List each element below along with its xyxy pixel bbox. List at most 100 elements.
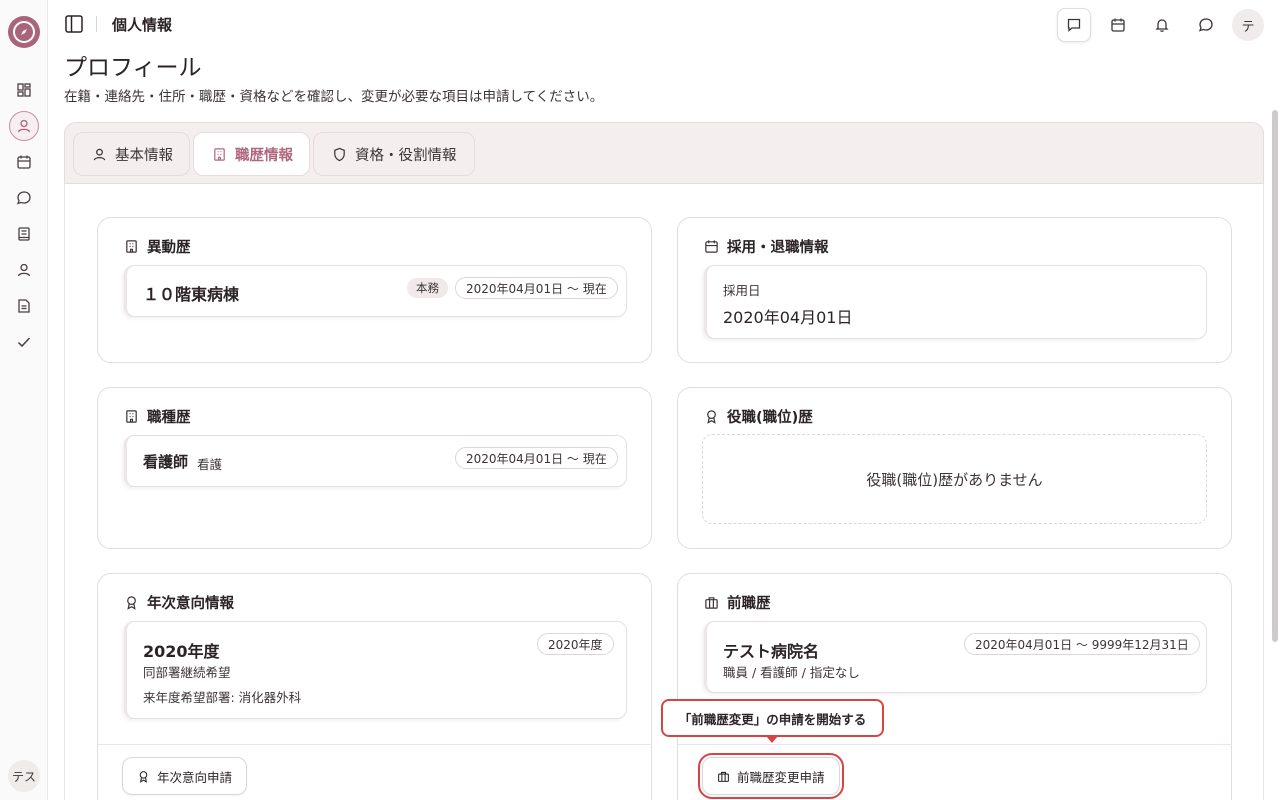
chat-button[interactable] bbox=[1189, 8, 1223, 42]
card-title: 採用・退職情報 bbox=[727, 240, 829, 256]
card-header: 異動歴 bbox=[124, 236, 191, 257]
card-header: 年次意向情報 bbox=[124, 592, 234, 613]
award-icon bbox=[139, 770, 148, 783]
card-title: 異動歴 bbox=[147, 240, 191, 256]
feedback-button[interactable] bbox=[1057, 8, 1091, 42]
job-category: 看護 bbox=[197, 457, 223, 472]
job-detail: 職員 / 看護師 / 指定なし bbox=[723, 665, 860, 680]
award-icon bbox=[127, 596, 136, 610]
annual-intent-item: 2020年度 2020年度 同部署継続希望 来年度希望部署: 消化器外科 bbox=[124, 621, 627, 719]
building-icon bbox=[126, 240, 137, 253]
scrollbar-thumb[interactable] bbox=[1272, 110, 1278, 642]
card-title: 職種歴 bbox=[147, 410, 191, 426]
card-header: 前職歴 bbox=[704, 592, 771, 613]
tab-label: 資格・役割情報 bbox=[355, 147, 457, 164]
tab-label: 基本情報 bbox=[115, 147, 173, 164]
period-pill: 2020年04月01日 〜 現在 bbox=[455, 447, 618, 469]
sidebar-item-chat[interactable] bbox=[12, 186, 36, 210]
previous-job-change-request-button[interactable]: 前職歴変更申請 bbox=[698, 753, 844, 799]
header-divider bbox=[96, 16, 97, 32]
job-type-item: 看護師 看護 2020年04月01日 〜 現在 bbox=[124, 435, 627, 487]
job-type-card: 職種歴 看護師 看護 2020年04月01日 〜 現在 bbox=[97, 387, 652, 549]
briefcase-icon bbox=[718, 771, 729, 782]
sidebar-item-profile[interactable] bbox=[9, 111, 39, 141]
top-bar: 個人情報 テ bbox=[48, 0, 1280, 48]
sidebar-user-avatar[interactable]: テス bbox=[8, 760, 40, 792]
card-title: 役職(職位)歴 bbox=[727, 410, 813, 426]
tab-basic-info[interactable]: 基本情報 bbox=[73, 132, 190, 176]
user-icon bbox=[17, 119, 31, 133]
sidebar-item-dashboard[interactable] bbox=[12, 78, 36, 102]
card-header: 職種歴 bbox=[124, 406, 191, 427]
page-title: プロフィール bbox=[64, 55, 202, 81]
period-pill: 2020年04月01日 〜 9999年12月31日 bbox=[964, 633, 1200, 655]
message-square-icon bbox=[1067, 18, 1081, 32]
previous-job-card: 前職歴 テスト病院名 2020年04月01日 〜 9999年12月31日 職員 … bbox=[677, 573, 1232, 800]
dashboard-icon bbox=[17, 83, 31, 97]
sidebar: テス bbox=[0, 0, 48, 800]
calendar-icon bbox=[1111, 18, 1125, 32]
card-header: 採用・退職情報 bbox=[704, 236, 829, 257]
hire-date-item: 採用日 2020年04月01日 bbox=[704, 265, 1207, 339]
hire-date-label: 採用日 bbox=[723, 283, 761, 298]
job-name: 看護師 bbox=[143, 453, 189, 471]
bell-icon bbox=[1155, 19, 1169, 32]
panel-toggle-icon[interactable] bbox=[64, 14, 84, 34]
chat-icon bbox=[16, 191, 31, 205]
document-icon bbox=[18, 299, 30, 313]
fiscal-year-pill: 2020年度 bbox=[537, 633, 614, 655]
building-icon bbox=[214, 147, 225, 161]
scrollbar[interactable] bbox=[1270, 48, 1280, 800]
hire-date-value: 2020年04月01日 bbox=[723, 308, 853, 327]
book-icon bbox=[18, 227, 30, 241]
hospital-name: テスト病院名 bbox=[723, 642, 820, 661]
person-icon bbox=[17, 263, 31, 277]
fiscal-year: 2020年度 bbox=[143, 642, 220, 661]
sidebar-item-person[interactable] bbox=[12, 258, 36, 282]
action-tooltip: 「前職歴変更」の申請を開始する bbox=[661, 699, 884, 737]
compass-icon bbox=[13, 21, 35, 43]
calendar-icon bbox=[705, 240, 718, 253]
calendar-icon bbox=[17, 155, 31, 169]
card-footer: 年次意向申請 bbox=[98, 744, 651, 800]
sidebar-item-check[interactable] bbox=[12, 330, 36, 354]
briefcase-icon bbox=[705, 597, 718, 609]
shield-icon bbox=[334, 147, 345, 161]
tab-career-info[interactable]: 職歴情報 bbox=[193, 132, 310, 176]
breadcrumb: 個人情報 bbox=[112, 16, 173, 34]
check-icon bbox=[17, 337, 31, 348]
button-label: 年次意向申請 bbox=[157, 769, 233, 785]
person-icon bbox=[93, 148, 106, 160]
employment-card: 採用・退職情報 採用日 2020年04月01日 bbox=[677, 217, 1232, 363]
primary-badge: 本務 bbox=[407, 278, 448, 298]
next-dept-text: 来年度希望部署: 消化器外科 bbox=[143, 690, 302, 705]
previous-job-item: テスト病院名 2020年04月01日 〜 9999年12月31日 職員 / 看護… bbox=[704, 621, 1207, 693]
card-title: 年次意向情報 bbox=[147, 596, 234, 612]
sidebar-item-calendar[interactable] bbox=[12, 150, 36, 174]
card-header: 役職(職位)歴 bbox=[704, 406, 813, 427]
annual-intent-card: 年次意向情報 2020年度 2020年度 同部署継続希望 来年度希望部署: 消化… bbox=[97, 573, 652, 800]
user-avatar[interactable]: テ bbox=[1232, 9, 1264, 41]
tab-qualifications[interactable]: 資格・役割情報 bbox=[313, 132, 475, 176]
sidebar-item-book[interactable] bbox=[12, 222, 36, 246]
page-subtitle: 在籍・連絡先・住所・職歴・資格などを確認し、変更が必要な項目は申請してください。 bbox=[64, 89, 604, 105]
sidebar-item-document[interactable] bbox=[12, 294, 36, 318]
chat-icon bbox=[1198, 18, 1213, 32]
ward-name: １０階東病棟 bbox=[143, 285, 240, 304]
empty-state: 役職(職位)歴がありません bbox=[702, 434, 1207, 524]
tab-label: 職歴情報 bbox=[235, 147, 293, 164]
card-footer: 前職歴変更申請 bbox=[678, 744, 1231, 800]
intent-text: 同部署継続希望 bbox=[143, 665, 231, 680]
period-pill: 2020年04月01日 〜 現在 bbox=[455, 277, 618, 299]
calendar-button[interactable] bbox=[1101, 8, 1135, 42]
button-label: 前職歴変更申請 bbox=[737, 769, 825, 785]
card-title: 前職歴 bbox=[727, 596, 771, 612]
award-icon bbox=[707, 410, 716, 424]
tooltip-arrow bbox=[766, 736, 778, 743]
app-logo[interactable] bbox=[8, 16, 40, 48]
transfer-item: １０階東病棟 本務 2020年04月01日 〜 現在 bbox=[124, 265, 627, 317]
transfer-history-card: 異動歴 １０階東病棟 本務 2020年04月01日 〜 現在 bbox=[97, 217, 652, 363]
building-icon bbox=[126, 410, 137, 423]
annual-intent-request-button[interactable]: 年次意向申請 bbox=[122, 757, 248, 795]
notifications-button[interactable] bbox=[1145, 8, 1179, 42]
